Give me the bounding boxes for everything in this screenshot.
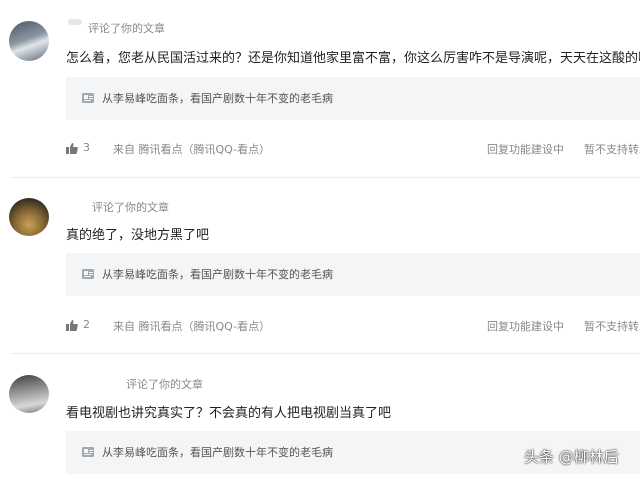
comment-text: 怎么着，您老从民国活过来的？还是你知道他家里富不富，你这么厉害咋不是导演呢，天天… <box>66 51 640 66</box>
comment-footer: 3 来自 腾讯看点（腾讯QQ-看点） 回复功能建设中 暂不支持转发 <box>66 141 640 157</box>
comment-action-text: 评论了你的文章 <box>88 22 165 35</box>
avatar[interactable] <box>9 21 49 61</box>
comment-text: 看电视剧也讲究真实了？不会真的有人把电视剧当真了吧 <box>66 406 392 421</box>
thumbs-up-icon[interactable] <box>66 320 78 331</box>
article-card[interactable]: 从李易峰吃面条，看国产剧数十年不变的老毛病 <box>66 77 640 120</box>
divider <box>10 177 640 178</box>
article-title[interactable]: 从李易峰吃面条，看国产剧数十年不变的老毛病 <box>102 266 333 282</box>
comment-footer: 2 来自 腾讯看点（腾讯QQ-看点） 回复功能建设中 暂不支持转发 <box>66 318 640 334</box>
comment-source: 来自 腾讯看点（腾讯QQ-看点） <box>113 143 271 156</box>
comment-action-text: 评论了你的文章 <box>126 378 203 391</box>
share-disabled-label: 暂不支持转发 <box>584 320 640 333</box>
reply-disabled-label: 回复功能建设中 <box>487 320 564 333</box>
article-title[interactable]: 从李易峰吃面条，看国产剧数十年不变的老毛病 <box>102 90 333 106</box>
comment-action-text: 评论了你的文章 <box>92 201 169 214</box>
thumbs-up-icon[interactable] <box>66 143 78 154</box>
comment-text: 真的绝了，没地方黑了吧 <box>66 228 210 243</box>
article-title[interactable]: 从李易峰吃面条，看国产剧数十年不变的老毛病 <box>102 444 333 460</box>
like-count: 2 <box>83 318 90 331</box>
share-disabled-label: 暂不支持转发 <box>584 143 640 156</box>
comment-source: 来自 腾讯看点（腾讯QQ-看点） <box>113 320 271 333</box>
article-card-icon <box>82 93 94 103</box>
avatar[interactable] <box>9 198 49 236</box>
commenter-name[interactable] <box>68 19 82 25</box>
article-card-icon <box>82 447 94 457</box>
like-count: 3 <box>83 141 90 154</box>
article-card-icon <box>82 269 94 279</box>
avatar[interactable] <box>9 375 49 413</box>
divider <box>10 353 640 354</box>
watermark: 头条 @柳林后 <box>524 448 619 466</box>
reply-disabled-label: 回复功能建设中 <box>487 143 564 156</box>
article-card[interactable]: 从李易峰吃面条，看国产剧数十年不变的老毛病 <box>66 253 640 296</box>
